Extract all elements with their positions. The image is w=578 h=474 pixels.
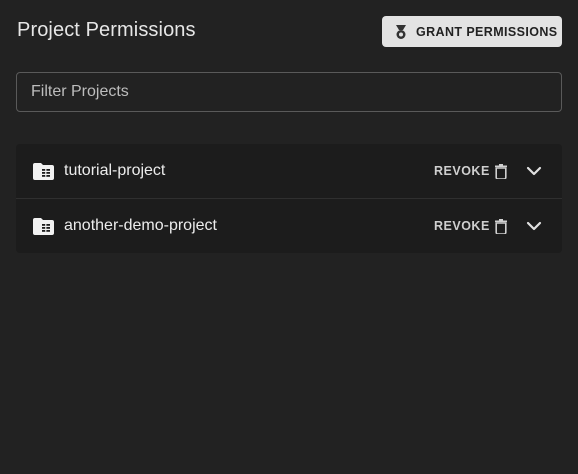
project-row[interactable]: another-demo-project REVOKE: [16, 199, 562, 253]
grant-permissions-button[interactable]: GRANT PERMISSIONS: [382, 16, 562, 47]
medal-icon: [394, 24, 408, 40]
chevron-down-icon[interactable]: [526, 165, 542, 177]
folder-icon: [33, 162, 54, 180]
trash-icon[interactable]: [495, 218, 507, 234]
project-list: tutorial-project REVOKE another-demo-pro…: [16, 144, 562, 253]
project-name: tutorial-project: [64, 162, 166, 179]
folder-icon: [33, 217, 54, 235]
filter-projects-input[interactable]: [16, 72, 562, 112]
revoke-button[interactable]: REVOKE: [434, 219, 490, 233]
page-title: Project Permissions: [17, 19, 196, 41]
grant-permissions-label: GRANT PERMISSIONS: [416, 24, 558, 39]
revoke-button[interactable]: REVOKE: [434, 164, 490, 178]
trash-icon[interactable]: [495, 163, 507, 179]
project-row[interactable]: tutorial-project REVOKE: [16, 144, 562, 199]
project-name: another-demo-project: [64, 217, 217, 234]
chevron-down-icon[interactable]: [526, 220, 542, 232]
